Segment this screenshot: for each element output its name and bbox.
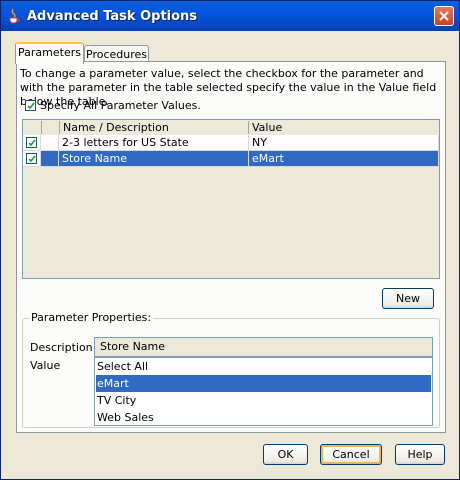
java-cup-icon (7, 8, 21, 24)
specify-all-label: Specify All Parameter Values. (40, 99, 201, 112)
parameters-panel: To change a parameter value, select the … (16, 61, 446, 433)
column-header-value[interactable]: Value (252, 121, 282, 134)
row-checkbox[interactable] (26, 153, 37, 164)
row-checkbox[interactable] (26, 137, 37, 148)
row-value-cell[interactable]: NY (249, 135, 439, 151)
specify-all-checkbox[interactable] (25, 100, 36, 111)
list-item[interactable]: Web Sales (96, 409, 431, 426)
row-value-cell[interactable]: eMart (249, 151, 439, 167)
title-bar[interactable]: Advanced Task Options (1, 1, 459, 31)
new-button[interactable]: New (382, 288, 434, 309)
cancel-button[interactable]: Cancel (320, 444, 382, 465)
tab-parameters[interactable]: Parameters (15, 42, 84, 64)
column-header-name[interactable]: Name / Description (63, 121, 169, 134)
ok-button[interactable]: OK (263, 444, 308, 465)
row-check-cell[interactable] (23, 151, 41, 167)
list-item[interactable]: Select All (96, 358, 431, 375)
value-label: Value (30, 359, 61, 372)
table-row[interactable]: 2-3 letters for US State NY (23, 135, 439, 151)
row-check-cell[interactable] (23, 135, 41, 151)
row-name-cell[interactable]: 2-3 letters for US State (59, 135, 249, 151)
checkmark-icon (27, 102, 35, 110)
value-listbox[interactable]: Select All eMart TV City Web Sales (94, 357, 433, 426)
table-header: Name / Description Value (23, 120, 439, 136)
table-row-selected[interactable]: Store Name eMart (23, 151, 439, 167)
row-name-cell[interactable]: Store Name (59, 151, 249, 167)
list-item[interactable]: TV City (96, 392, 431, 409)
parameter-properties-group: Parameter Properties: Description Store … (22, 311, 440, 428)
tab-label: Parameters (18, 46, 81, 59)
checkmark-icon (28, 155, 36, 163)
dialog-window: Advanced Task Options Parameters Procedu… (0, 0, 460, 480)
tab-label: Procedures (86, 48, 147, 61)
description-label: Description (30, 341, 93, 354)
help-button[interactable]: Help (395, 444, 445, 465)
group-legend: Parameter Properties: (29, 311, 154, 324)
window-title: Advanced Task Options (27, 9, 198, 24)
parameters-table: Name / Description Value 2-3 letters for… (22, 119, 440, 279)
checkmark-icon (28, 139, 36, 147)
specify-all-checkbox-row[interactable]: Specify All Parameter Values. (25, 99, 225, 113)
close-icon (439, 11, 449, 21)
description-field: Store Name (94, 337, 433, 357)
close-button[interactable] (434, 6, 454, 26)
list-item-selected[interactable]: eMart (96, 375, 431, 392)
